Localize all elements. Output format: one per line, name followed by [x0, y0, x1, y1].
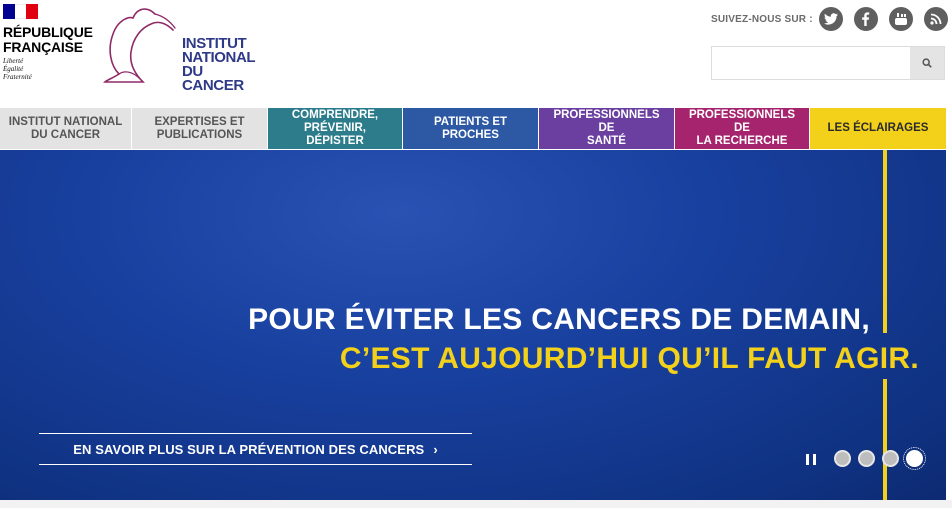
- republique-francaise-logo[interactable]: RÉPUBLIQUE FRANÇAISE Liberté Égalité Fra…: [3, 4, 93, 81]
- main-navigation: INSTITUT NATIONAL DU CANCER EXPERTISES ET…: [0, 108, 952, 149]
- nav-item-comprendre[interactable]: COMPRENDRE, PRÉVENIR, DÉPISTER: [268, 108, 403, 149]
- hero-accent-line-top: [883, 150, 887, 333]
- nav-item-label: EXPERTISES ET: [154, 115, 245, 128]
- french-flag-icon: [3, 4, 39, 19]
- search-box: [711, 46, 945, 80]
- social-follow-bar: SUIVEZ-NOUS SUR :: [711, 6, 948, 32]
- nav-item-professionnels-recherche[interactable]: PROFESSIONNELS DE LA RECHERCHE: [675, 108, 810, 149]
- nav-item-patients[interactable]: PATIENTS ET PROCHES: [403, 108, 539, 149]
- nav-item-label: SANTÉ: [587, 135, 626, 147]
- republique-title-line2: FRANÇAISE: [3, 39, 83, 55]
- youtube-icon[interactable]: [888, 7, 913, 31]
- motto-liberte: Liberté: [3, 57, 24, 65]
- search-input[interactable]: [712, 47, 910, 79]
- inca-logo-line3: DU CANCER: [182, 63, 244, 94]
- republique-title: RÉPUBLIQUE FRANÇAISE: [3, 25, 93, 55]
- republique-title-line1: RÉPUBLIQUE: [3, 24, 93, 40]
- hero-accent-line-bottom: [883, 379, 887, 500]
- nav-item-label: PATIENTS ET: [433, 115, 508, 128]
- inca-logo[interactable]: INSTITUT NATIONAL DU CANCER: [103, 4, 263, 93]
- hero-cta-label: EN SAVOIR PLUS SUR LA PRÉVENTION DES CAN…: [73, 441, 425, 457]
- nav-item-label: LES ÉCLAIRAGES: [827, 122, 929, 134]
- nav-item-label: PUBLICATIONS: [156, 128, 243, 141]
- nav-item-label: COMPRENDRE,: [291, 109, 379, 121]
- nav-item-label: PRÉVENIR, DÉPISTER: [304, 122, 366, 147]
- nav-item-label: LA RECHERCHE: [696, 135, 788, 147]
- site-header: RÉPUBLIQUE FRANÇAISE Liberté Égalité Fra…: [0, 0, 952, 108]
- republique-motto: Liberté Égalité Fraternité: [3, 57, 93, 81]
- nav-item-label: PROFESSIONNELS DE: [553, 109, 660, 134]
- twitter-icon[interactable]: [818, 7, 843, 31]
- nav-item-label: DU CANCER: [31, 128, 100, 141]
- search-button[interactable]: [910, 47, 944, 79]
- nav-item-institut-national[interactable]: INSTITUT NATIONAL DU CANCER: [0, 108, 132, 149]
- inca-logo-text: INSTITUT NATIONAL DU CANCER: [182, 36, 263, 94]
- search-icon: [922, 58, 932, 68]
- carousel-dot-2[interactable]: [858, 450, 875, 467]
- rss-icon[interactable]: [923, 7, 948, 31]
- nav-item-label: PROFESSIONNELS DE: [688, 109, 796, 134]
- nav-item-eclairages[interactable]: LES ÉCLAIRAGES: [810, 108, 946, 149]
- motto-fraternite: Fraternité: [3, 73, 32, 81]
- hero-headline-2: C’EST AUJOURD’HUI QU’IL FAUT AGIR.: [339, 342, 919, 375]
- chevron-right-icon: ›: [433, 441, 438, 457]
- facebook-icon[interactable]: [853, 7, 878, 31]
- carousel-dot-4[interactable]: [903, 447, 926, 470]
- carousel-dots: [834, 447, 930, 470]
- nav-item-label: PROCHES: [442, 128, 499, 141]
- hero-headline-1: POUR ÉVITER LES CANCERS DE DEMAIN,: [248, 303, 870, 336]
- nav-item-expertises[interactable]: EXPERTISES ET PUBLICATIONS: [132, 108, 268, 149]
- carousel-dot-1[interactable]: [834, 450, 851, 467]
- page-bottom-strip: [0, 500, 952, 508]
- carousel-dot-3[interactable]: [882, 450, 899, 467]
- motto-egalite: Égalité: [3, 65, 24, 73]
- pause-icon[interactable]: [806, 454, 816, 465]
- hero-cta-link[interactable]: EN SAVOIR PLUS SUR LA PRÉVENTION DES CAN…: [39, 433, 472, 465]
- hero-carousel: POUR ÉVITER LES CANCERS DE DEMAIN, C’EST…: [0, 150, 946, 500]
- nav-item-professionnels-sante[interactable]: PROFESSIONNELS DE SANTÉ: [539, 108, 675, 149]
- follow-label: SUIVEZ-NOUS SUR :: [711, 13, 813, 25]
- nav-item-label: INSTITUT NATIONAL: [8, 115, 123, 128]
